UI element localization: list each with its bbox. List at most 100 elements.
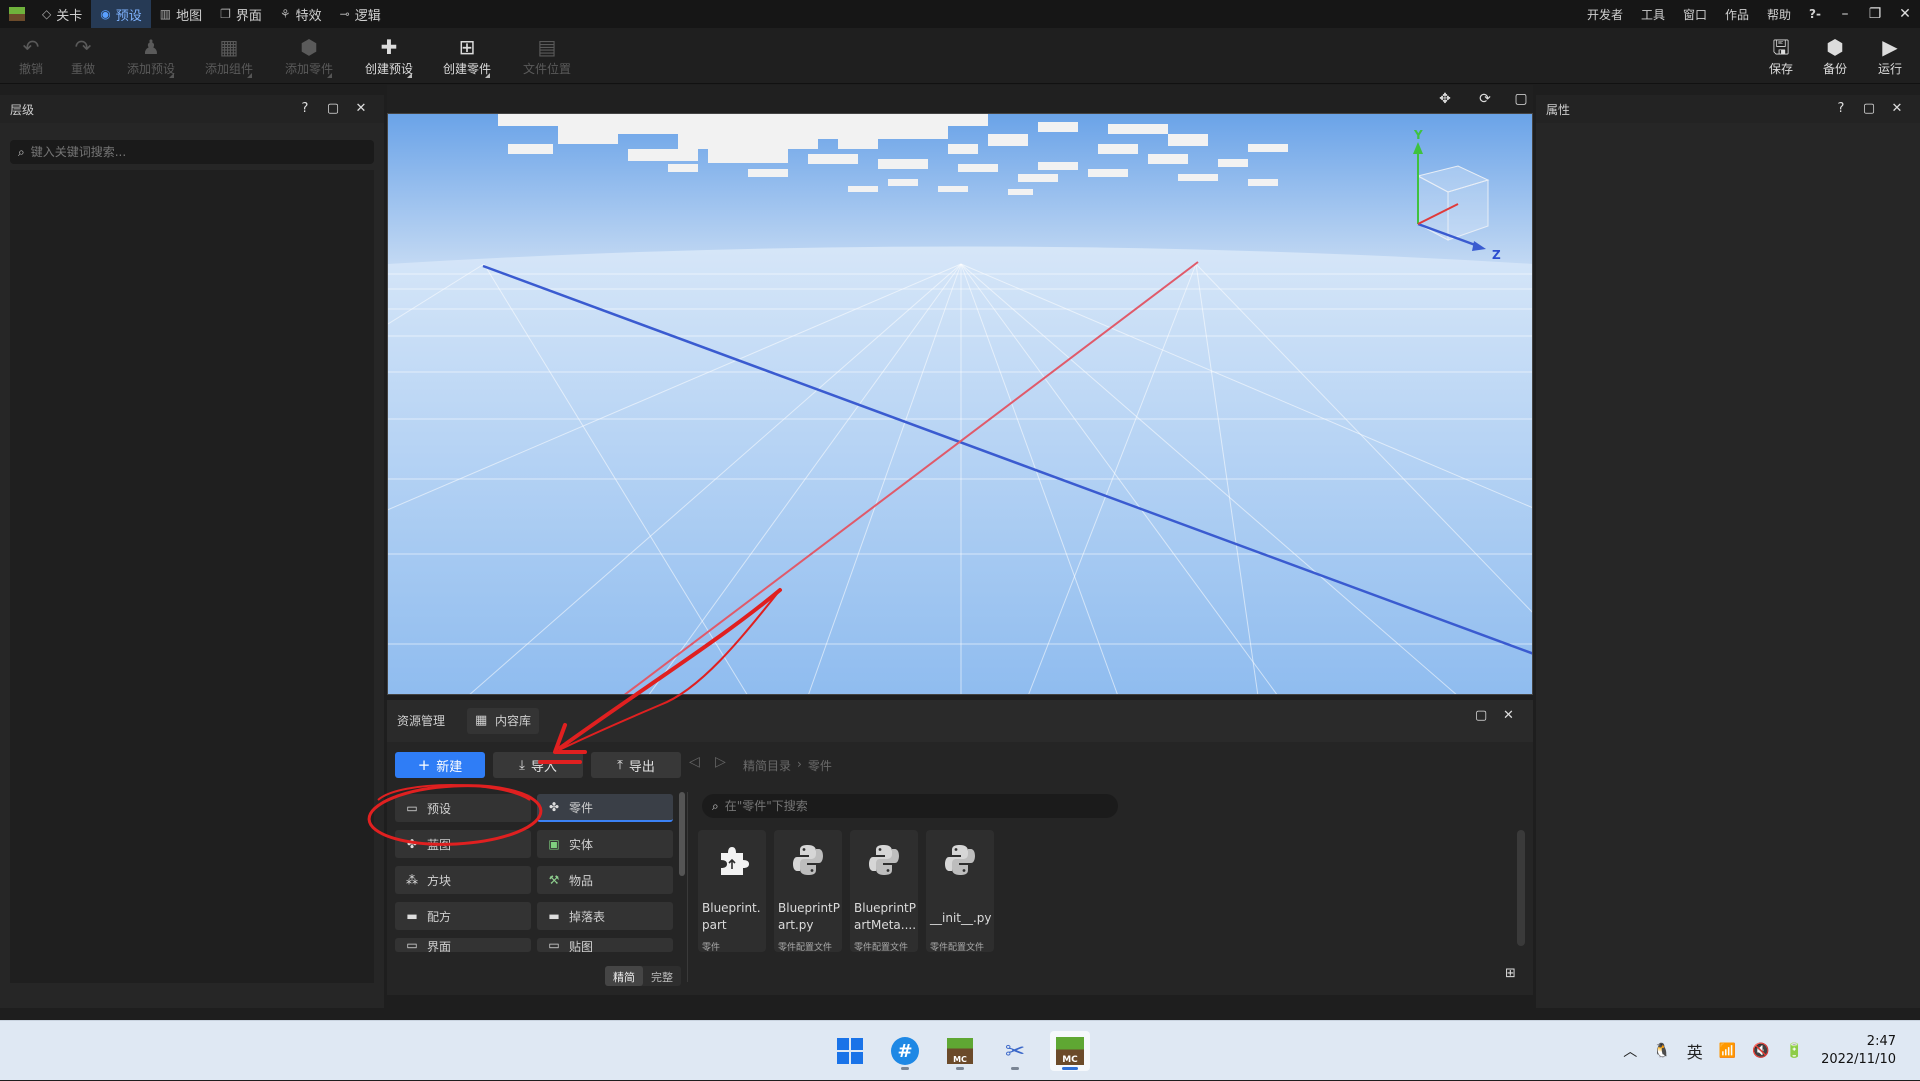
asset-tab-bar: 资源管理 ▦ 内容库 ▢ ✕ xyxy=(387,700,1533,742)
file-item[interactable]: Blueprint.part 零件 xyxy=(698,830,766,953)
add-component-button[interactable]: ▦ 添加组件 xyxy=(198,34,260,82)
rotate-icon[interactable]: ⟳ xyxy=(1469,85,1501,113)
file-location-button[interactable]: ▤ 文件位置 xyxy=(516,34,578,82)
category-loot-table[interactable]: ▬ 掉落表 xyxy=(537,902,673,930)
save-icon: 🖫 xyxy=(1772,35,1790,59)
taskbar-app-snipping[interactable]: ✂ xyxy=(995,1031,1035,1071)
taskbar-app-mc-studio[interactable]: MC xyxy=(1050,1031,1090,1071)
effect-icon: ⚘ xyxy=(279,7,291,21)
clock[interactable]: 2:47 2022/11/10 xyxy=(1811,1033,1920,1069)
minimize-icon[interactable]: – xyxy=(1830,6,1860,22)
asset-search-input[interactable] xyxy=(724,799,1085,813)
undo-icon: ↶ xyxy=(22,35,40,59)
menu-bar: ◇ 关卡 ◉ 预设 ▥ 地图 ❐ 界面 ⚘ 特效 ⊸ 逻辑 开发者 工具 窗口 作品 帮助 … xyxy=(0,0,1920,28)
menu-works[interactable]: 作品 xyxy=(1716,6,1758,23)
splitter[interactable] xyxy=(687,792,688,982)
taskbar-app-chat[interactable]: # xyxy=(885,1031,925,1071)
category-preset[interactable]: ▭ 预设 xyxy=(395,794,531,822)
help-button[interactable]: ?- xyxy=(1800,7,1830,21)
tab-content-library[interactable]: ▦ 内容库 xyxy=(467,708,540,734)
category-blueprint[interactable]: ✤ 蓝图 xyxy=(395,830,531,858)
category-item[interactable]: ⚒ 物品 xyxy=(537,866,673,894)
menu-developer[interactable]: 开发者 xyxy=(1578,6,1632,23)
fullscreen-icon[interactable]: ▢ xyxy=(1505,85,1537,113)
scene-viewport[interactable]: Y Z xyxy=(387,113,1533,695)
tab-level[interactable]: ◇ 关卡 xyxy=(33,0,91,28)
move-icon[interactable]: ✥ xyxy=(1429,85,1461,113)
gizmo-y-label: Y xyxy=(1413,128,1423,142)
backup-button[interactable]: ⬢ 备份 xyxy=(1804,34,1866,82)
system-tray: ︿ 🐧 英 📶 🔇 🔋 2:47 2022/11/10 xyxy=(1615,1021,1920,1081)
menu-window[interactable]: 窗口 xyxy=(1674,6,1716,23)
map-icon: ▥ xyxy=(159,7,172,21)
battery-icon[interactable]: 🔋 xyxy=(1778,1043,1811,1059)
file-item[interactable]: BlueprintPartMeta.... 零件配置文件 xyxy=(850,830,918,953)
properties-panel xyxy=(1536,123,1920,1008)
category-texture[interactable]: ▭ 贴图 xyxy=(537,938,673,952)
export-button[interactable]: ⤒ 导出 xyxy=(591,752,681,778)
category-recipe[interactable]: ▬ 配方 xyxy=(395,902,531,930)
help-icon[interactable]: ? xyxy=(294,95,316,123)
close-icon[interactable]: ✕ xyxy=(350,95,372,123)
chevron-up-icon[interactable]: ︿ xyxy=(1615,1041,1645,1061)
tab-preset[interactable]: ◉ 预设 xyxy=(91,0,151,28)
file-item[interactable]: __init__.py 零件配置文件 xyxy=(926,830,994,953)
tab-resource-manager[interactable]: 资源管理 xyxy=(389,708,453,734)
files-scrollbar[interactable] xyxy=(1517,830,1525,946)
maximize-icon[interactable]: ▢ xyxy=(1858,95,1880,123)
category-scrollbar[interactable] xyxy=(679,792,685,876)
file-item[interactable]: BlueprintPart.py 零件配置文件 xyxy=(774,830,842,953)
asset-search: ⌕ xyxy=(702,794,1118,818)
maximize-icon[interactable]: ▢ xyxy=(1475,708,1487,723)
clock-date: 2022/11/10 xyxy=(1821,1052,1896,1067)
add-preset-button[interactable]: ♟ 添加预设 xyxy=(120,34,182,82)
restore-icon[interactable]: ❐ xyxy=(1860,6,1890,22)
hierarchy-tree[interactable] xyxy=(10,170,374,983)
menu-help[interactable]: 帮助 xyxy=(1758,6,1800,23)
menu-tools[interactable]: 工具 xyxy=(1632,6,1674,23)
ime-indicator[interactable]: 英 xyxy=(1679,1039,1711,1063)
view-mode-compact[interactable]: 精简 xyxy=(605,966,643,986)
import-button[interactable]: ⤓ 导入 xyxy=(493,752,583,778)
qq-icon[interactable]: 🐧 xyxy=(1645,1043,1678,1059)
taskbar-app-minecraft[interactable]: MC xyxy=(940,1031,980,1071)
tab-ui[interactable]: ❐ 界面 xyxy=(211,0,271,28)
grid-view-icon[interactable]: ⊞ xyxy=(1505,966,1516,981)
category-entity[interactable]: ▣ 实体 xyxy=(537,830,673,858)
forward-icon[interactable]: ▷ xyxy=(715,754,726,770)
close-icon[interactable]: ✕ xyxy=(1890,6,1920,22)
import-icon: ⤓ xyxy=(519,757,525,773)
create-preset-button[interactable]: ✚ 创建预设 xyxy=(358,34,420,82)
create-part-button[interactable]: ⊞ 创建零件 xyxy=(436,34,498,82)
tab-map[interactable]: ▥ 地图 xyxy=(151,0,211,28)
gizmo-z-label: Z xyxy=(1492,248,1501,262)
close-icon[interactable]: ✕ xyxy=(1503,708,1514,723)
app-logo xyxy=(9,7,25,21)
redo-button[interactable]: ↷ 重做 xyxy=(52,34,114,82)
new-button[interactable]: + 新建 xyxy=(395,752,485,778)
search-icon: ⌕ xyxy=(18,144,25,159)
category-part[interactable]: ✤ 零件 xyxy=(537,794,673,822)
help-icon[interactable]: ? xyxy=(1830,95,1852,123)
wifi-icon[interactable]: 📶 xyxy=(1711,1043,1744,1059)
puzzle-icon: ✤ xyxy=(406,837,418,851)
category-ui[interactable]: ▭ 界面 xyxy=(395,938,531,952)
volume-muted-icon[interactable]: 🔇 xyxy=(1744,1043,1777,1059)
run-button[interactable]: ▶ 运行 xyxy=(1859,34,1920,82)
view-mode-full[interactable]: 完整 xyxy=(643,966,681,986)
python-icon xyxy=(864,840,904,880)
properties-title: 属性 xyxy=(1546,102,1571,117)
close-icon[interactable]: ✕ xyxy=(1886,95,1908,123)
clock-time: 2:47 xyxy=(1866,1034,1896,1049)
hierarchy-search-input[interactable] xyxy=(30,145,351,159)
add-part-button[interactable]: ⬢ 添加零件 xyxy=(278,34,340,82)
start-button[interactable] xyxy=(830,1031,870,1071)
save-button[interactable]: 🖫 保存 xyxy=(1750,34,1812,82)
tab-effect[interactable]: ⚘ 特效 xyxy=(271,0,331,28)
back-icon[interactable]: ◁ xyxy=(689,754,700,770)
maximize-icon[interactable]: ▢ xyxy=(322,95,344,123)
scene-render: Y Z xyxy=(388,114,1532,694)
tab-logic[interactable]: ⊸ 逻辑 xyxy=(331,0,390,28)
category-block[interactable]: ⁂ 方块 xyxy=(395,866,531,894)
entity-icon: ▣ xyxy=(548,837,560,851)
